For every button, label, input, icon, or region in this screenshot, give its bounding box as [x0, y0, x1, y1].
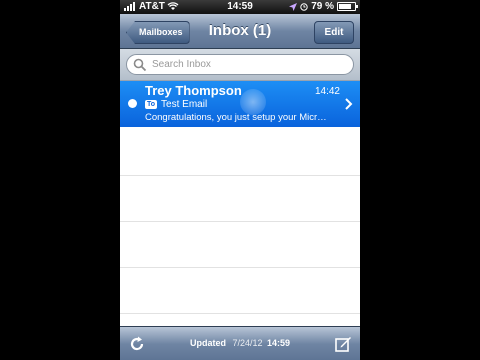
row-divider — [120, 175, 360, 176]
updated-status: Updated 7/24/12 14:59 — [120, 338, 360, 348]
search-input[interactable]: Search Inbox — [126, 54, 354, 75]
bottom-toolbar: Updated 7/24/12 14:59 — [120, 326, 360, 360]
row-divider — [120, 313, 360, 314]
status-right-group: 79 % — [289, 1, 358, 12]
mail-app-screen: AT&T 14:59 79 % Mailboxes Inbox (1) Edit… — [120, 0, 360, 360]
message-preview: Congratulations, you just setup your Mic… — [145, 112, 327, 123]
updated-time: 14:59 — [267, 338, 291, 348]
status-bar: AT&T 14:59 79 % — [120, 0, 360, 14]
search-placeholder: Search Inbox — [152, 59, 211, 70]
search-icon — [133, 58, 147, 71]
battery-icon — [337, 2, 358, 11]
location-arrow-icon — [289, 2, 298, 11]
message-subject-row: To Test Email — [145, 99, 207, 110]
updated-label: Updated — [189, 338, 226, 348]
battery-fill — [339, 4, 351, 9]
message-subject: Test Email — [161, 99, 208, 110]
search-bar: Search Inbox — [120, 49, 360, 81]
message-time: 14:42 — [314, 86, 340, 97]
chevron-right-icon — [345, 98, 353, 110]
edit-button[interactable]: Edit — [314, 21, 354, 44]
row-divider — [120, 267, 360, 268]
alarm-clock-icon — [300, 2, 308, 11]
to-badge: To — [145, 100, 158, 109]
navigation-bar: Mailboxes Inbox (1) Edit — [120, 14, 360, 49]
message-sender: Trey Thompson — [145, 83, 242, 98]
compose-icon[interactable] — [334, 335, 352, 353]
row-divider — [120, 221, 360, 222]
battery-percent: 79 % — [311, 1, 334, 12]
updated-date: 7/24/12 — [232, 338, 263, 348]
unread-indicator — [128, 99, 137, 108]
touch-indicator — [240, 89, 266, 115]
